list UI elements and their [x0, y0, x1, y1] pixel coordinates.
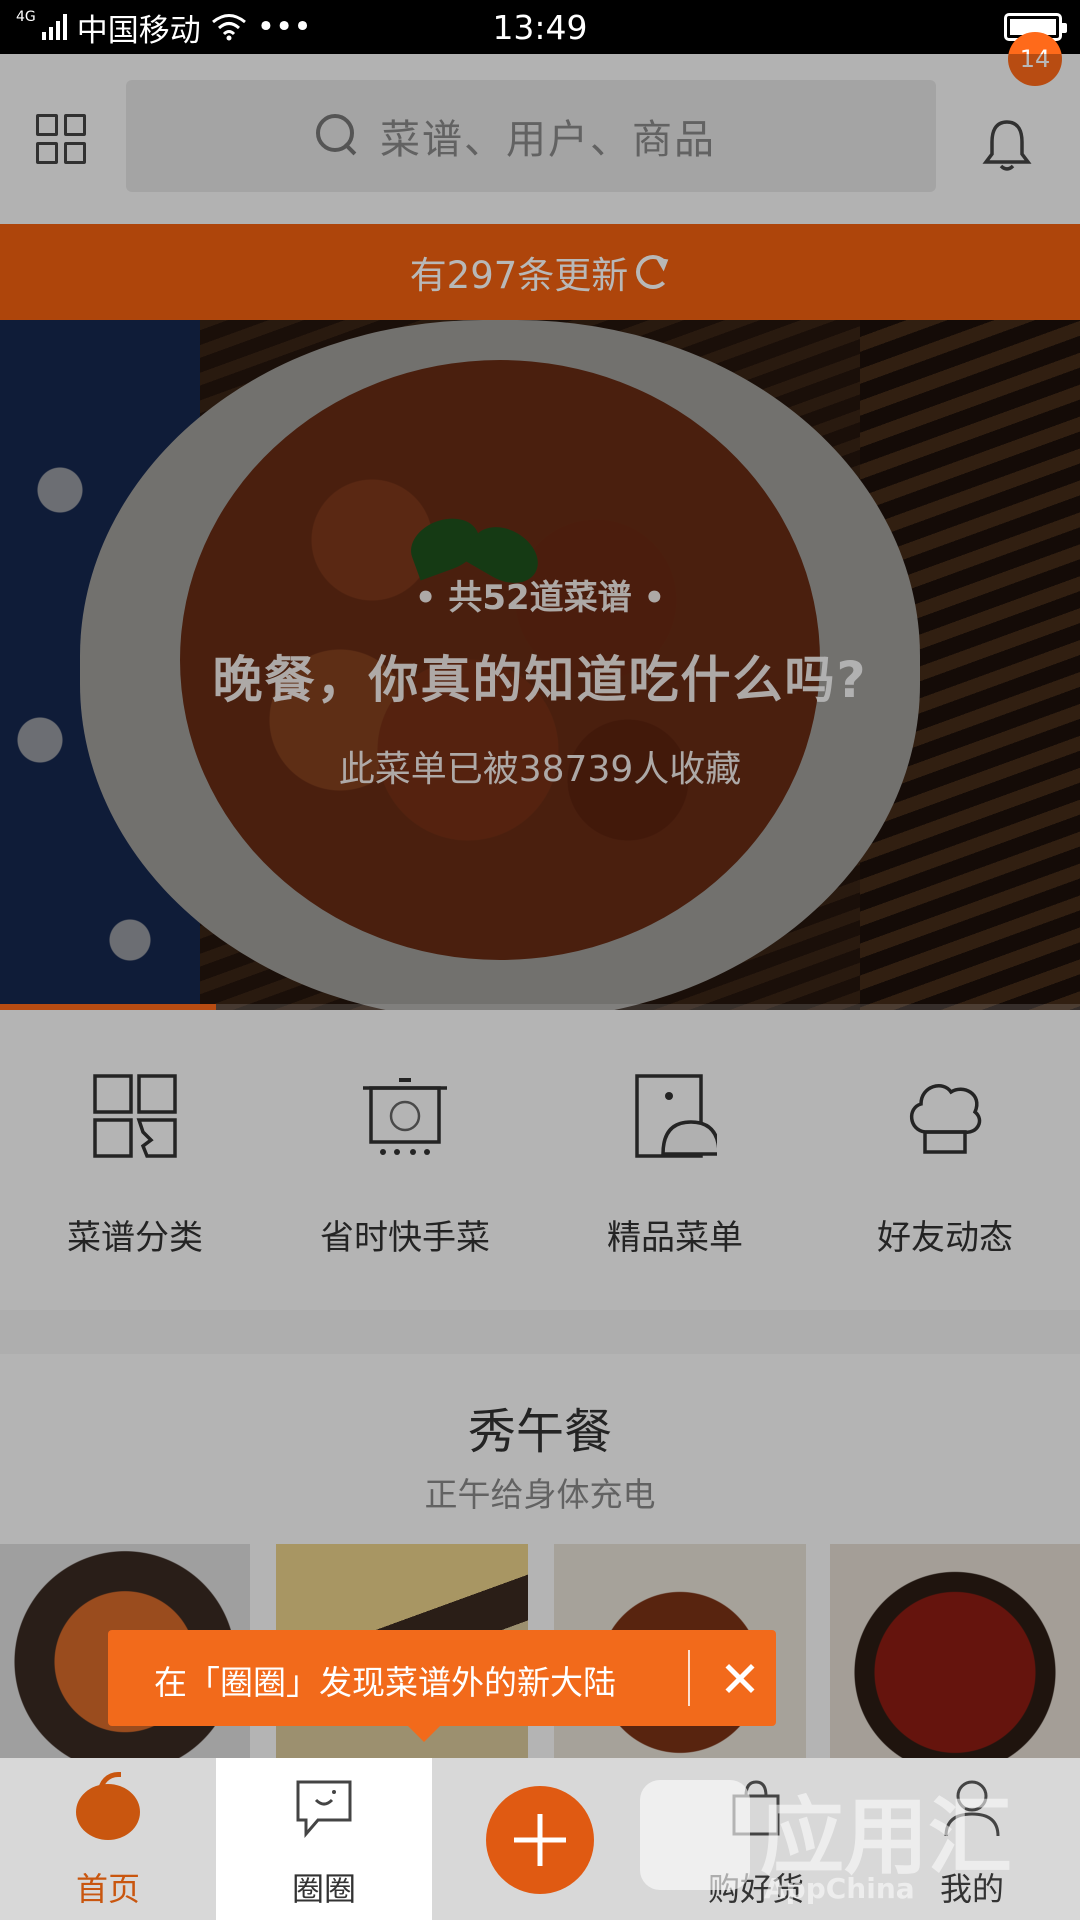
chat-bubble-icon	[296, 1780, 352, 1839]
tooltip-text: 在「圈圈」发现菜谱外的新大陆	[154, 1663, 616, 1702]
tab-label: 首页	[75, 1870, 140, 1908]
tab-circle[interactable]: 圈圈	[216, 1758, 432, 1920]
tab-label: 圈圈	[291, 1870, 356, 1908]
tooltip-divider	[688, 1650, 690, 1706]
appchina-watermark: 应用汇 AppChina	[640, 1760, 1080, 1920]
circle-tooltip[interactable]: 在「圈圈」发现菜谱外的新大陆	[108, 1630, 776, 1742]
close-icon[interactable]	[710, 1648, 770, 1708]
home-tomato-icon	[76, 1772, 140, 1840]
watermark-sub: AppChina	[764, 1872, 915, 1905]
clock: 13:49	[492, 8, 588, 47]
appchina-logo	[640, 1780, 750, 1890]
add-icon[interactable]	[486, 1786, 594, 1894]
tab-home[interactable]: 首页	[0, 1758, 216, 1920]
status-bar: 4G 中国移动 ••• 13:49	[0, 0, 1080, 54]
